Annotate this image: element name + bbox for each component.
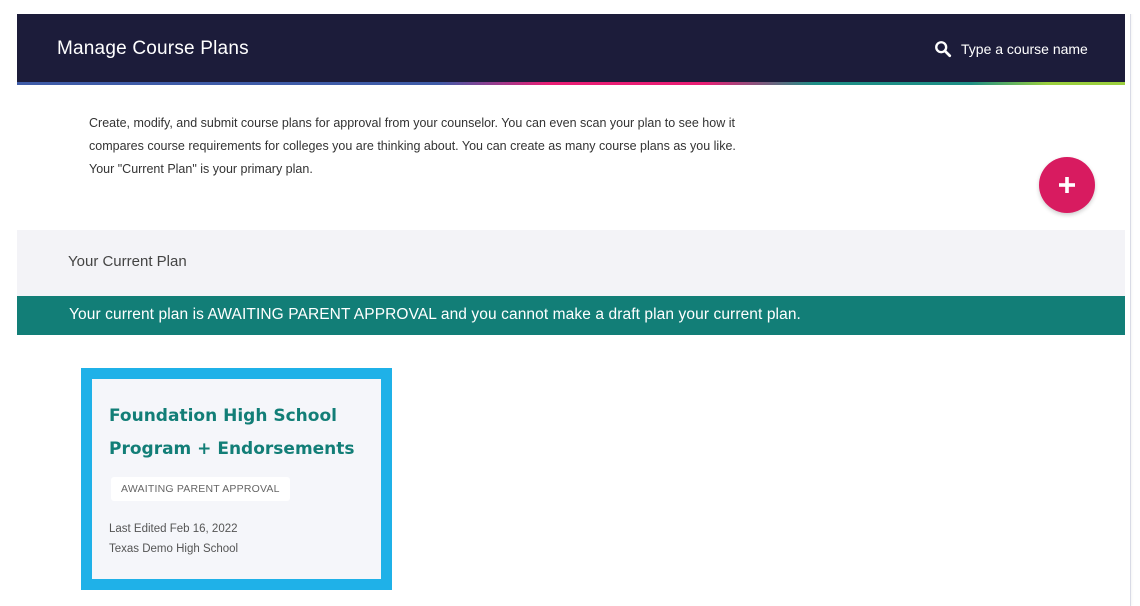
current-plan-section-header: Your Current Plan xyxy=(17,230,1125,296)
page-title: Manage Course Plans xyxy=(57,38,249,59)
course-search[interactable] xyxy=(934,38,1111,60)
plan-title[interactable]: Foundation High School Program + Endorse… xyxy=(109,400,379,466)
page: Manage Course Plans Create, modify, and … xyxy=(0,0,1140,606)
top-margin xyxy=(0,0,1140,14)
status-badge: AWAITING PARENT APPROVAL xyxy=(111,477,290,501)
intro-line: compares course requirements for college… xyxy=(89,139,736,153)
plan-title-line: Program + Endorsements xyxy=(109,439,355,459)
plus-icon xyxy=(1059,177,1075,193)
status-banner: Your current plan is AWAITING PARENT APP… xyxy=(17,296,1125,335)
search-input[interactable] xyxy=(961,41,1111,57)
search-icon xyxy=(935,41,952,58)
school-name: Texas Demo High School xyxy=(109,543,239,555)
plan-title-line: Foundation High School xyxy=(109,406,337,426)
last-edited: Last Edited Feb 16, 2022 xyxy=(109,523,238,535)
plans-area: Foundation High School Program + Endorse… xyxy=(17,335,1125,606)
page-header: Manage Course Plans xyxy=(17,14,1125,84)
status-banner-text: Your current plan is AWAITING PARENT APP… xyxy=(69,306,801,323)
intro-text: Create, modify, and submit course plans … xyxy=(89,112,969,181)
intro-line: Your "Current Plan" is your primary plan… xyxy=(89,162,313,176)
intro-panel: Create, modify, and submit course plans … xyxy=(17,85,1125,230)
plan-meta: Last Edited Feb 16, 2022 Texas Demo High… xyxy=(109,519,238,559)
add-plan-button[interactable] xyxy=(1039,157,1095,213)
section-title: Your Current Plan xyxy=(68,253,187,270)
intro-line: Create, modify, and submit course plans … xyxy=(89,116,735,130)
plan-card[interactable]: Foundation High School Program + Endorse… xyxy=(81,368,392,590)
